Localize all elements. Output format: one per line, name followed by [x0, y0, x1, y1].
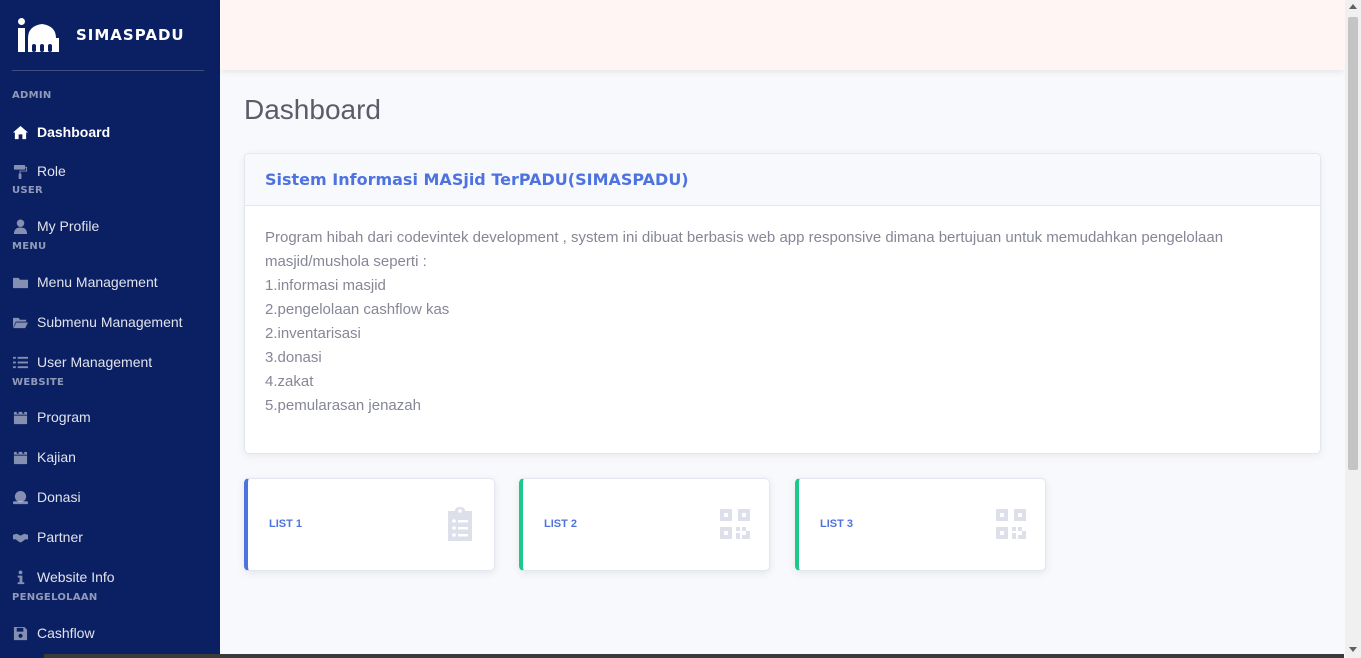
card-body: Program hibah dari codevintek developmen… [245, 206, 1320, 438]
clipboard-list-icon [445, 507, 475, 541]
card-text-line: 4.zakat [265, 373, 314, 390]
stat-label: LIST 3 [820, 518, 854, 530]
user-icon [12, 218, 29, 235]
folder-open-icon [12, 314, 29, 331]
section-website: WEBSITE [12, 377, 65, 388]
page-title: Dashboard [244, 94, 381, 125]
sidebar-item-my-profile[interactable]: My Profile [12, 215, 99, 237]
sidebar-item-label: My Profile [37, 218, 100, 234]
sidebar-item-label: Website Info [37, 569, 115, 585]
card-text-line: 2.inventarisasi [265, 325, 361, 342]
sidebar-item-label: Donasi [37, 489, 81, 505]
info-icon [12, 569, 29, 586]
save-icon [12, 625, 29, 642]
stat-card-list-1[interactable]: LIST 1 [244, 478, 495, 571]
sidebar-item-role[interactable]: Role [12, 160, 66, 182]
card-text-line: 1.informasi masjid [265, 277, 386, 294]
sidebar-item-cashflow[interactable]: Cashflow [12, 622, 95, 644]
stat-card-list-3[interactable]: LIST 3 [795, 478, 1046, 571]
card-text-line: Program hibah dari codevintek developmen… [265, 229, 1224, 246]
sidebar-item-label: User Management [37, 354, 153, 370]
sidebar-item-label: Program [37, 409, 91, 425]
sidebar-item-donasi[interactable]: Donasi [12, 486, 81, 508]
sidebar-item-label: Cashflow [37, 625, 95, 641]
qrcode-icon [720, 507, 750, 541]
sidebar-item-program[interactable]: Program [12, 406, 91, 428]
scrollbar-thumb[interactable] [1348, 17, 1358, 470]
sidebar-item-label: Submenu Management [37, 314, 183, 330]
card-text-line: 5.pemularasan jenazah [265, 397, 421, 414]
sidebar-item-website-info[interactable]: Website Info [12, 566, 115, 588]
section-admin: ADMIN [12, 90, 52, 101]
sidebar-item-label: Dashboard [37, 124, 111, 140]
info-card: Sistem Informasi MASjid TerPADU(SIMASPAD… [244, 153, 1321, 454]
scroll-up-arrow-icon[interactable] [1349, 4, 1357, 9]
mosque-icon [18, 18, 59, 52]
sidebar: SIMASPADU ADMIN Dashboard Role USER My P… [0, 0, 220, 658]
sidebar-item-label: Menu Management [37, 274, 158, 290]
card-header: Sistem Informasi MASjid TerPADU(SIMASPAD… [245, 154, 1320, 206]
section-menu: MENU [12, 241, 47, 252]
sidebar-item-submenu-management[interactable]: Submenu Management [12, 311, 183, 333]
paint-roller-icon [12, 163, 29, 180]
card-text-line: 2.pengelolaan cashflow kas [265, 301, 450, 318]
donate-icon [12, 489, 29, 506]
sidebar-item-kajian[interactable]: Kajian [12, 446, 76, 468]
brand[interactable]: SIMASPADU [0, 0, 220, 70]
calendar-icon [12, 449, 29, 466]
brand-name: SIMASPADU [76, 26, 185, 44]
section-user: USER [12, 185, 44, 196]
home-icon [12, 124, 29, 141]
card-text-line: masjid/mushola seperti : [265, 253, 427, 270]
sidebar-item-menu-management[interactable]: Menu Management [12, 271, 158, 293]
card-title: Sistem Informasi MASjid TerPADU(SIMASPAD… [265, 170, 689, 189]
stat-label: LIST 2 [544, 518, 578, 530]
calendar-icon [12, 409, 29, 426]
section-pengelolaan: PENGELOLAAN [12, 592, 98, 603]
scroll-down-arrow-icon[interactable] [1349, 647, 1357, 652]
sidebar-item-user-management[interactable]: User Management [12, 351, 152, 373]
sidebar-divider [12, 70, 204, 71]
sidebar-item-label: Partner [37, 529, 83, 545]
sidebar-item-dashboard[interactable]: Dashboard [12, 121, 110, 143]
list-icon [12, 354, 29, 371]
sidebar-item-label: Kajian [37, 449, 76, 465]
sidebar-item-partner[interactable]: Partner [12, 526, 83, 548]
vertical-scrollbar[interactable] [1345, 0, 1361, 658]
card-text-line: 3.donasi [265, 349, 322, 366]
stat-label: LIST 1 [269, 518, 303, 530]
sidebar-item-label: Role [37, 163, 66, 179]
bottom-strip [44, 654, 1344, 658]
folder-icon [12, 274, 29, 291]
qrcode-icon [996, 507, 1026, 541]
stat-card-list-2[interactable]: LIST 2 [519, 478, 770, 571]
handshake-icon [12, 529, 29, 546]
topbar [220, 0, 1345, 70]
